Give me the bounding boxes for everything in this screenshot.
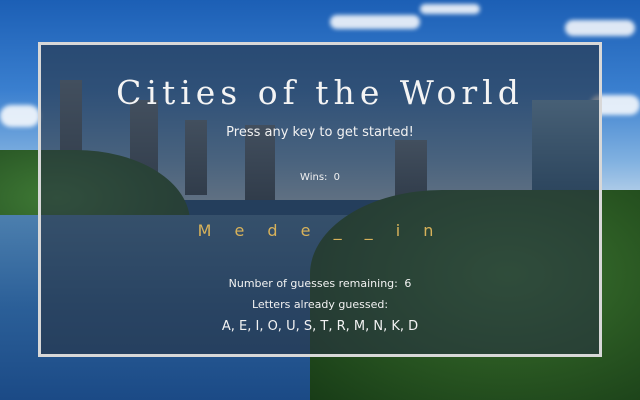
guesses-value: 6 bbox=[404, 277, 412, 290]
letters-guessed-label: Letters already guessed: bbox=[251, 298, 389, 311]
cloud bbox=[330, 15, 420, 29]
wins-value: 0 bbox=[333, 172, 340, 183]
game-panel: Cities of the World Press any key to get… bbox=[38, 42, 602, 357]
guesses-remaining: Number of guesses remaining: 6 bbox=[41, 277, 599, 290]
hidden-word: M e d e _ _ i n bbox=[197, 221, 443, 240]
guesses-label: Number of guesses remaining: bbox=[228, 277, 398, 290]
wins-label: Wins: bbox=[300, 172, 328, 183]
cloud bbox=[0, 105, 40, 127]
letters-guessed-list: A, E, I, O, U, S, T, R, M, N, K, D bbox=[221, 319, 419, 334]
cloud bbox=[420, 4, 480, 14]
start-prompt: Press any key to get started! bbox=[226, 125, 414, 140]
wins-counter: Wins: 0 bbox=[41, 172, 599, 183]
cloud bbox=[565, 20, 635, 36]
game-title: Cities of the World bbox=[116, 73, 524, 112]
